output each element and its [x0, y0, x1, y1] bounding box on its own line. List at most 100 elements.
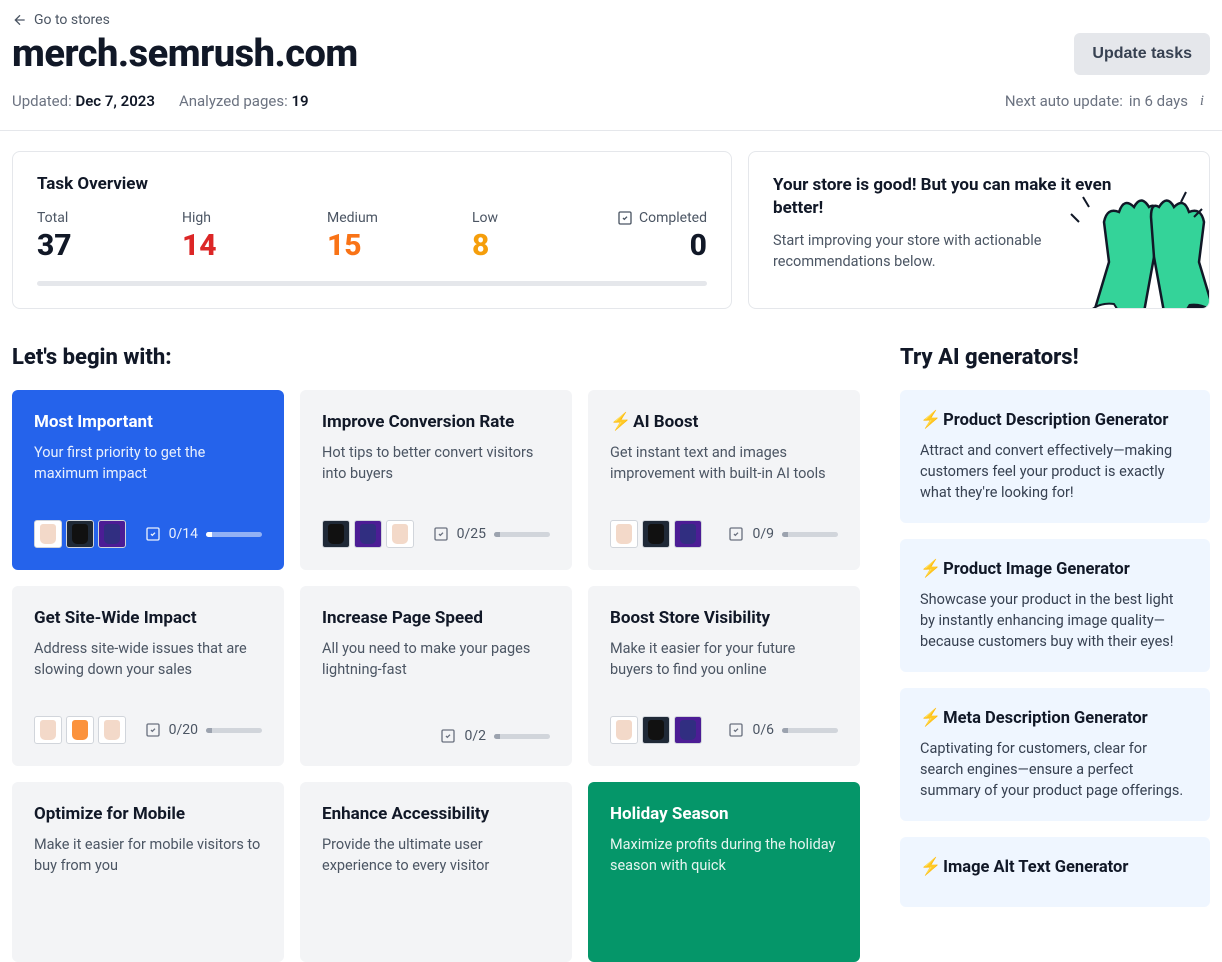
update-tasks-button[interactable]: Update tasks — [1074, 33, 1210, 75]
stat-total: Total 37 — [37, 210, 97, 263]
bolt-icon: ⚡ — [920, 857, 941, 877]
stat-completed: Completed 0 — [617, 210, 707, 263]
product-thumb — [98, 520, 126, 548]
progress-text: 0/14 — [169, 526, 198, 542]
check-icon — [440, 728, 456, 744]
progress-bar — [782, 728, 838, 733]
next-update-value: in 6 days — [1129, 92, 1188, 110]
card-description: Maximize profits during the holiday seas… — [610, 834, 838, 876]
product-thumb — [66, 716, 94, 744]
task-card-optimize-for-mobile[interactable]: Optimize for Mobile Make it easier for m… — [12, 782, 284, 962]
progress-text: 0/25 — [457, 526, 486, 542]
product-thumbnails — [34, 716, 126, 744]
updated-value: Dec 7, 2023 — [75, 92, 155, 110]
updated-info: Updated: Dec 7, 2023 — [12, 92, 155, 110]
ai-card-title: ⚡ Product Image Generator — [920, 559, 1190, 579]
task-card-holiday-season[interactable]: Holiday Season Maximize profits during t… — [588, 782, 860, 962]
header: merch.semrush.com Update tasks — [12, 32, 1210, 76]
stat-low-label: Low — [472, 210, 532, 226]
task-card-boost-store-visibility[interactable]: Boost Store Visibility Make it easier fo… — [588, 586, 860, 766]
high-five-illustration — [1049, 172, 1210, 309]
check-icon — [728, 526, 744, 542]
divider — [0, 130, 1222, 131]
info-icon[interactable]: i — [1194, 93, 1210, 109]
check-icon — [145, 722, 161, 738]
task-progress: 0/2 — [440, 728, 550, 744]
stat-total-value: 37 — [37, 228, 97, 263]
task-overview-title: Task Overview — [37, 174, 707, 194]
stat-high: High 14 — [182, 210, 242, 263]
ai-card-meta-description-generator[interactable]: ⚡ Meta Description Generator Captivating… — [900, 688, 1210, 821]
card-title: ⚡ AI Boost — [610, 412, 838, 432]
ai-card-title: ⚡ Meta Description Generator — [920, 708, 1190, 728]
card-title: Get Site-Wide Impact — [34, 608, 262, 628]
product-thumb — [610, 520, 638, 548]
progress-bar — [782, 532, 838, 537]
stat-medium-label: Medium — [327, 210, 387, 226]
product-thumb — [354, 520, 382, 548]
task-card-most-important[interactable]: Most Important Your first priority to ge… — [12, 390, 284, 570]
ai-card-product-image-generator[interactable]: ⚡ Product Image Generator Showcase your … — [900, 539, 1210, 672]
overview-progress-bar — [37, 281, 707, 286]
card-description: Make it easier for mobile visitors to bu… — [34, 834, 262, 876]
analyzed-label: Analyzed pages: — [179, 92, 292, 110]
product-thumb — [642, 520, 670, 548]
product-thumbnails — [322, 520, 414, 548]
product-thumb — [66, 520, 94, 548]
ai-card-title: ⚡ Product Description Generator — [920, 410, 1190, 430]
stat-low-value: 8 — [472, 228, 532, 263]
product-thumb — [386, 520, 414, 548]
product-thumb — [98, 716, 126, 744]
check-icon — [145, 526, 161, 542]
analyzed-value: 19 — [291, 92, 308, 110]
card-title: Enhance Accessibility — [322, 804, 550, 824]
check-icon — [617, 210, 633, 226]
ai-card-title: ⚡ Image Alt Text Generator — [920, 857, 1190, 877]
progress-bar — [494, 532, 550, 537]
progress-bar — [494, 734, 550, 739]
updated-label: Updated: — [12, 92, 75, 110]
task-card-get-site-wide-impact[interactable]: Get Site-Wide Impact Address site-wide i… — [12, 586, 284, 766]
card-title: Most Important — [34, 412, 262, 432]
stat-completed-label: Completed — [639, 210, 707, 226]
product-thumb — [34, 520, 62, 548]
stat-total-label: Total — [37, 210, 97, 226]
stat-medium: Medium 15 — [327, 210, 387, 263]
stat-medium-value: 15 — [327, 228, 387, 263]
next-update-info: Next auto update: in 6 days i — [1005, 92, 1210, 110]
ai-card-image-alt-text-generator[interactable]: ⚡ Image Alt Text Generator — [900, 837, 1210, 907]
task-card-increase-page-speed[interactable]: Increase Page Speed All you need to make… — [300, 586, 572, 766]
task-card-enhance-accessibility[interactable]: Enhance Accessibility Provide the ultima… — [300, 782, 572, 962]
stat-low: Low 8 — [472, 210, 532, 263]
card-description: Get instant text and images improvement … — [610, 442, 838, 484]
next-update-label: Next auto update: — [1005, 92, 1123, 110]
back-to-stores-link[interactable]: Go to stores — [12, 12, 110, 28]
card-title: Increase Page Speed — [322, 608, 550, 628]
product-thumbnails — [34, 520, 126, 548]
lets-begin-title: Let's begin with: — [12, 345, 860, 370]
task-progress: 0/9 — [728, 526, 838, 542]
ai-card-description: Captivating for customers, clear for sea… — [920, 738, 1190, 801]
card-title: Improve Conversion Rate — [322, 412, 550, 432]
task-progress: 0/20 — [145, 722, 262, 738]
back-link-label: Go to stores — [34, 12, 110, 28]
task-card-ai-boost[interactable]: ⚡ AI Boost Get instant text and images i… — [588, 390, 860, 570]
check-icon — [433, 526, 449, 542]
card-title: Boost Store Visibility — [610, 608, 838, 628]
ai-card-product-description-generator[interactable]: ⚡ Product Description Generator Attract … — [900, 390, 1210, 523]
card-description: Your first priority to get the maximum i… — [34, 442, 262, 484]
product-thumbnails — [610, 520, 702, 548]
page-title: merch.semrush.com — [12, 32, 358, 76]
product-thumb — [642, 716, 670, 744]
progress-text: 0/6 — [752, 722, 774, 738]
check-icon — [728, 722, 744, 738]
bolt-icon: ⚡ — [920, 708, 941, 728]
meta-info: Updated: Dec 7, 2023 Analyzed pages: 19 … — [12, 92, 1210, 110]
stat-high-value: 14 — [182, 228, 242, 263]
stat-completed-value: 0 — [617, 228, 707, 263]
bolt-icon: ⚡ — [610, 412, 631, 432]
progress-bar — [206, 532, 262, 537]
bolt-icon: ⚡ — [920, 410, 941, 430]
progress-text: 0/20 — [169, 722, 198, 738]
task-card-improve-conversion-rate[interactable]: Improve Conversion Rate Hot tips to bett… — [300, 390, 572, 570]
